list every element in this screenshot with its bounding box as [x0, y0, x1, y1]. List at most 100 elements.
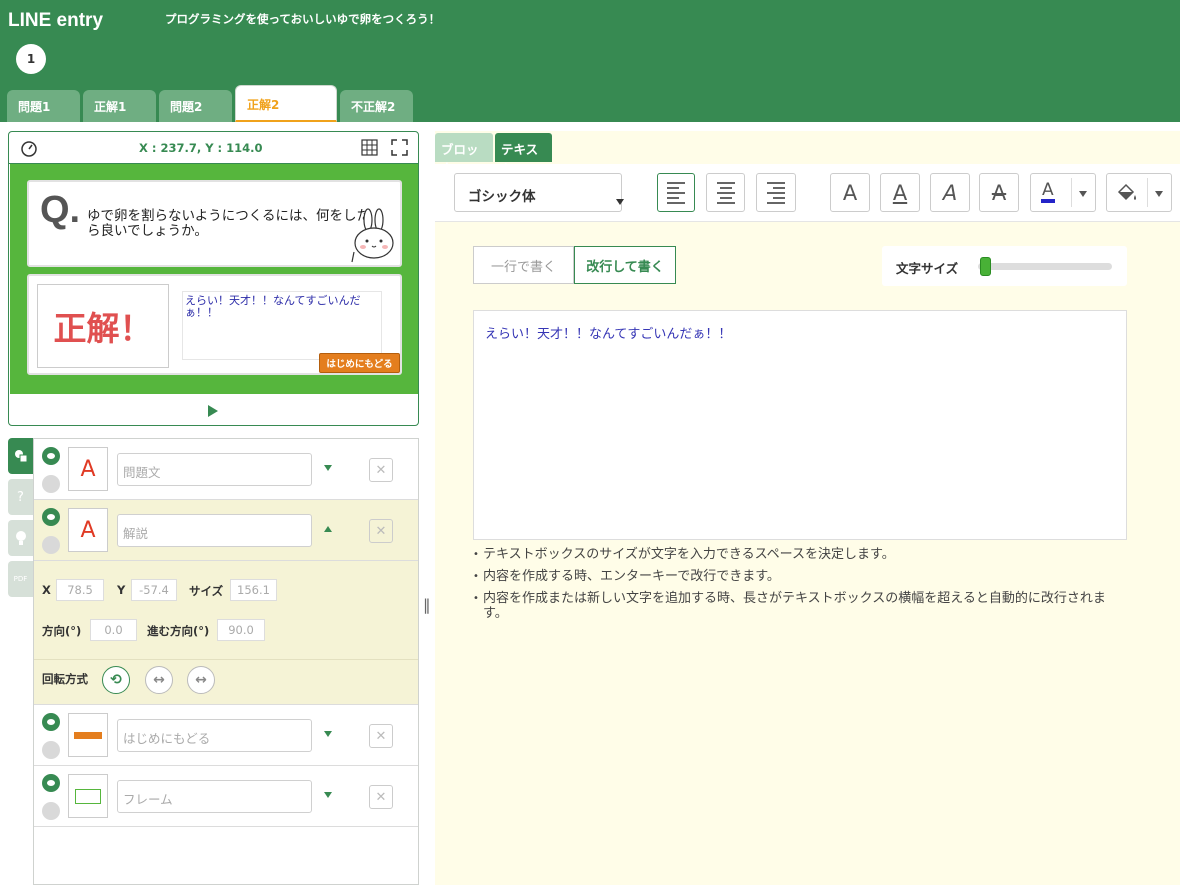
help-note: 内容を作成または新しい文字を追加する時、長さがテキストボックスの横幅を超えると自…: [473, 591, 1113, 621]
object-row[interactable]: A 問題文 ✕: [34, 439, 418, 500]
project-title[interactable]: プログラミングを使っておいしいゆで卵をつくろう！: [165, 11, 440, 27]
delete-object-icon[interactable]: ✕: [369, 785, 393, 809]
object-name-input[interactable]: 解説: [117, 514, 312, 547]
align-center-button[interactable]: [706, 173, 745, 212]
chevron-down-icon[interactable]: [324, 731, 332, 737]
stage-panel: X : 237.7, Y : 114.0 Q. ゆで卵を割らないようにつくるには…: [8, 131, 419, 426]
strikethrough-icon: A: [991, 180, 1007, 205]
rotate-free-icon[interactable]: ⟲: [102, 666, 130, 694]
lock-icon[interactable]: [42, 475, 60, 493]
object-thumbnail: [68, 774, 108, 818]
stage-canvas[interactable]: Q. ゆで卵を割らないようにつくるには、何をしたら良いでしょうか。 正解！ えら…: [10, 164, 418, 394]
x-input[interactable]: 78.5: [56, 579, 104, 601]
play-icon[interactable]: [208, 405, 218, 417]
text-editor-panel: ブロック テキスト ゴシック体 A A A A A: [435, 131, 1180, 885]
object-name-input[interactable]: はじめにもどる: [117, 719, 312, 752]
bold-button[interactable]: A: [830, 173, 870, 212]
background-color-button[interactable]: [1106, 173, 1172, 212]
text-color-button[interactable]: A: [1030, 173, 1096, 212]
text-content-area[interactable]: えらい！天才！！なんてすごいんだぁ！！: [473, 310, 1127, 540]
multi-line-mode-button[interactable]: 改行して書く: [574, 246, 676, 284]
lock-icon[interactable]: [42, 536, 60, 554]
align-left-icon: [667, 181, 685, 204]
question-icon[interactable]: ?: [8, 479, 33, 515]
cony-character-icon: [351, 208, 394, 263]
chevron-down-icon: [1079, 191, 1087, 197]
tab-scene-1[interactable]: 問題1: [7, 90, 80, 122]
question-mark: Q.: [40, 189, 81, 231]
size-input[interactable]: 156.1: [230, 579, 277, 601]
objects-icon[interactable]: [8, 438, 33, 474]
underline-icon: A: [892, 180, 908, 205]
strikethrough-button[interactable]: A: [979, 173, 1019, 212]
panel-resize-handle[interactable]: ‖: [423, 596, 431, 614]
bold-icon: A: [842, 180, 858, 205]
y-input[interactable]: -57.4: [131, 579, 177, 601]
align-left-button[interactable]: [657, 173, 695, 212]
object-list: A 問題文 ✕ A 解説 ✕ X 78.5 Y -57.4 サイズ 156.1 …: [33, 438, 419, 885]
visibility-eye-icon[interactable]: [42, 713, 60, 731]
fullscreen-icon[interactable]: [391, 139, 408, 156]
underline-button[interactable]: A: [880, 173, 920, 212]
font-size-slider-track[interactable]: [978, 263, 1112, 270]
direction-input[interactable]: 0.0: [90, 619, 137, 641]
rotate-none-icon[interactable]: ↔: [187, 666, 215, 694]
delete-object-icon[interactable]: ✕: [369, 519, 393, 543]
tab-scene-3[interactable]: 問題2: [159, 90, 232, 122]
speedometer-icon[interactable]: [20, 139, 38, 157]
delete-object-icon[interactable]: ✕: [369, 458, 393, 482]
visibility-eye-icon[interactable]: [42, 447, 60, 465]
object-properties: X 78.5 Y -57.4 サイズ 156.1 方向(°) 0.0 進む方向(…: [34, 561, 418, 705]
text-toolbar: ゴシック体 A A A A A: [435, 164, 1180, 222]
visibility-eye-icon[interactable]: [42, 508, 60, 526]
tab-block[interactable]: ブロック: [435, 133, 493, 176]
font-size-control: 文字サイズ: [882, 246, 1127, 286]
chevron-up-icon[interactable]: [324, 526, 332, 532]
help-note: 内容を作成する時、エンターキーで改行できます。: [473, 569, 1113, 584]
pdf-icon[interactable]: PDF: [8, 561, 33, 597]
object-row[interactable]: はじめにもどる ✕: [34, 705, 418, 766]
object-row[interactable]: フレーム ✕: [34, 766, 418, 827]
delete-object-icon[interactable]: ✕: [369, 724, 393, 748]
font-size-slider-handle[interactable]: [980, 257, 991, 276]
home-button[interactable]: はじめにもどる: [319, 353, 400, 373]
question-box[interactable]: Q. ゆで卵を割らないようにつくるには、何をしたら良いでしょうか。: [27, 180, 402, 267]
bulb-icon[interactable]: [8, 520, 33, 556]
lock-icon[interactable]: [42, 741, 60, 759]
chevron-down-icon[interactable]: [324, 465, 332, 471]
chevron-down-icon[interactable]: [324, 792, 332, 798]
font-select[interactable]: ゴシック体: [454, 173, 624, 212]
button-thumbnail-icon: [74, 731, 102, 739]
single-line-mode-button[interactable]: 一行で書く: [473, 246, 574, 284]
lock-icon[interactable]: [42, 802, 60, 820]
object-thumbnail: A: [68, 447, 108, 491]
answer-box[interactable]: 正解！ えらい！天才！！なんてすごいんだぁ！！ はじめにもどる: [27, 274, 402, 375]
y-label: Y: [117, 583, 126, 597]
app-header: LINE entry プログラミングを使っておいしいゆで卵をつくろう！ 1 問題…: [0, 0, 1180, 122]
align-right-button[interactable]: [756, 173, 796, 212]
grid-icon[interactable]: [361, 139, 378, 156]
answer-explanation-text: えらい！天才！！なんてすごいんだぁ！！: [182, 291, 382, 360]
stage-number-badge[interactable]: 1: [16, 44, 46, 74]
size-label: サイズ: [189, 584, 224, 598]
object-thumbnail: [68, 713, 108, 757]
chevron-down-icon: [1155, 191, 1163, 197]
object-thumbnail: A: [68, 508, 108, 552]
visibility-eye-icon[interactable]: [42, 774, 60, 792]
italic-button[interactable]: A: [930, 173, 970, 212]
align-right-icon: [767, 181, 785, 204]
tab-scene-5[interactable]: 不正解2: [340, 90, 413, 122]
help-note: テキストボックスのサイズが文字を入力できるスペースを決定します。: [473, 547, 1113, 562]
font-select-value: ゴシック体: [468, 189, 536, 205]
question-text: ゆで卵を割らないようにつくるには、何をしたら良いでしょうか。: [87, 208, 370, 239]
tab-scene-2[interactable]: 正解1: [83, 90, 156, 122]
app-logo[interactable]: LINE entry: [8, 10, 103, 32]
direction-label: 方向(°): [42, 624, 82, 638]
move-direction-input[interactable]: 90.0: [217, 619, 265, 641]
object-name-input[interactable]: 問題文: [117, 453, 312, 486]
object-row-selected[interactable]: A 解説 ✕: [34, 500, 418, 561]
object-name-input[interactable]: フレーム: [117, 780, 312, 813]
tab-text[interactable]: テキスト: [495, 133, 552, 176]
rotate-horizontal-icon[interactable]: ↔: [145, 666, 173, 694]
tab-scene-4[interactable]: 正解2: [235, 85, 337, 122]
